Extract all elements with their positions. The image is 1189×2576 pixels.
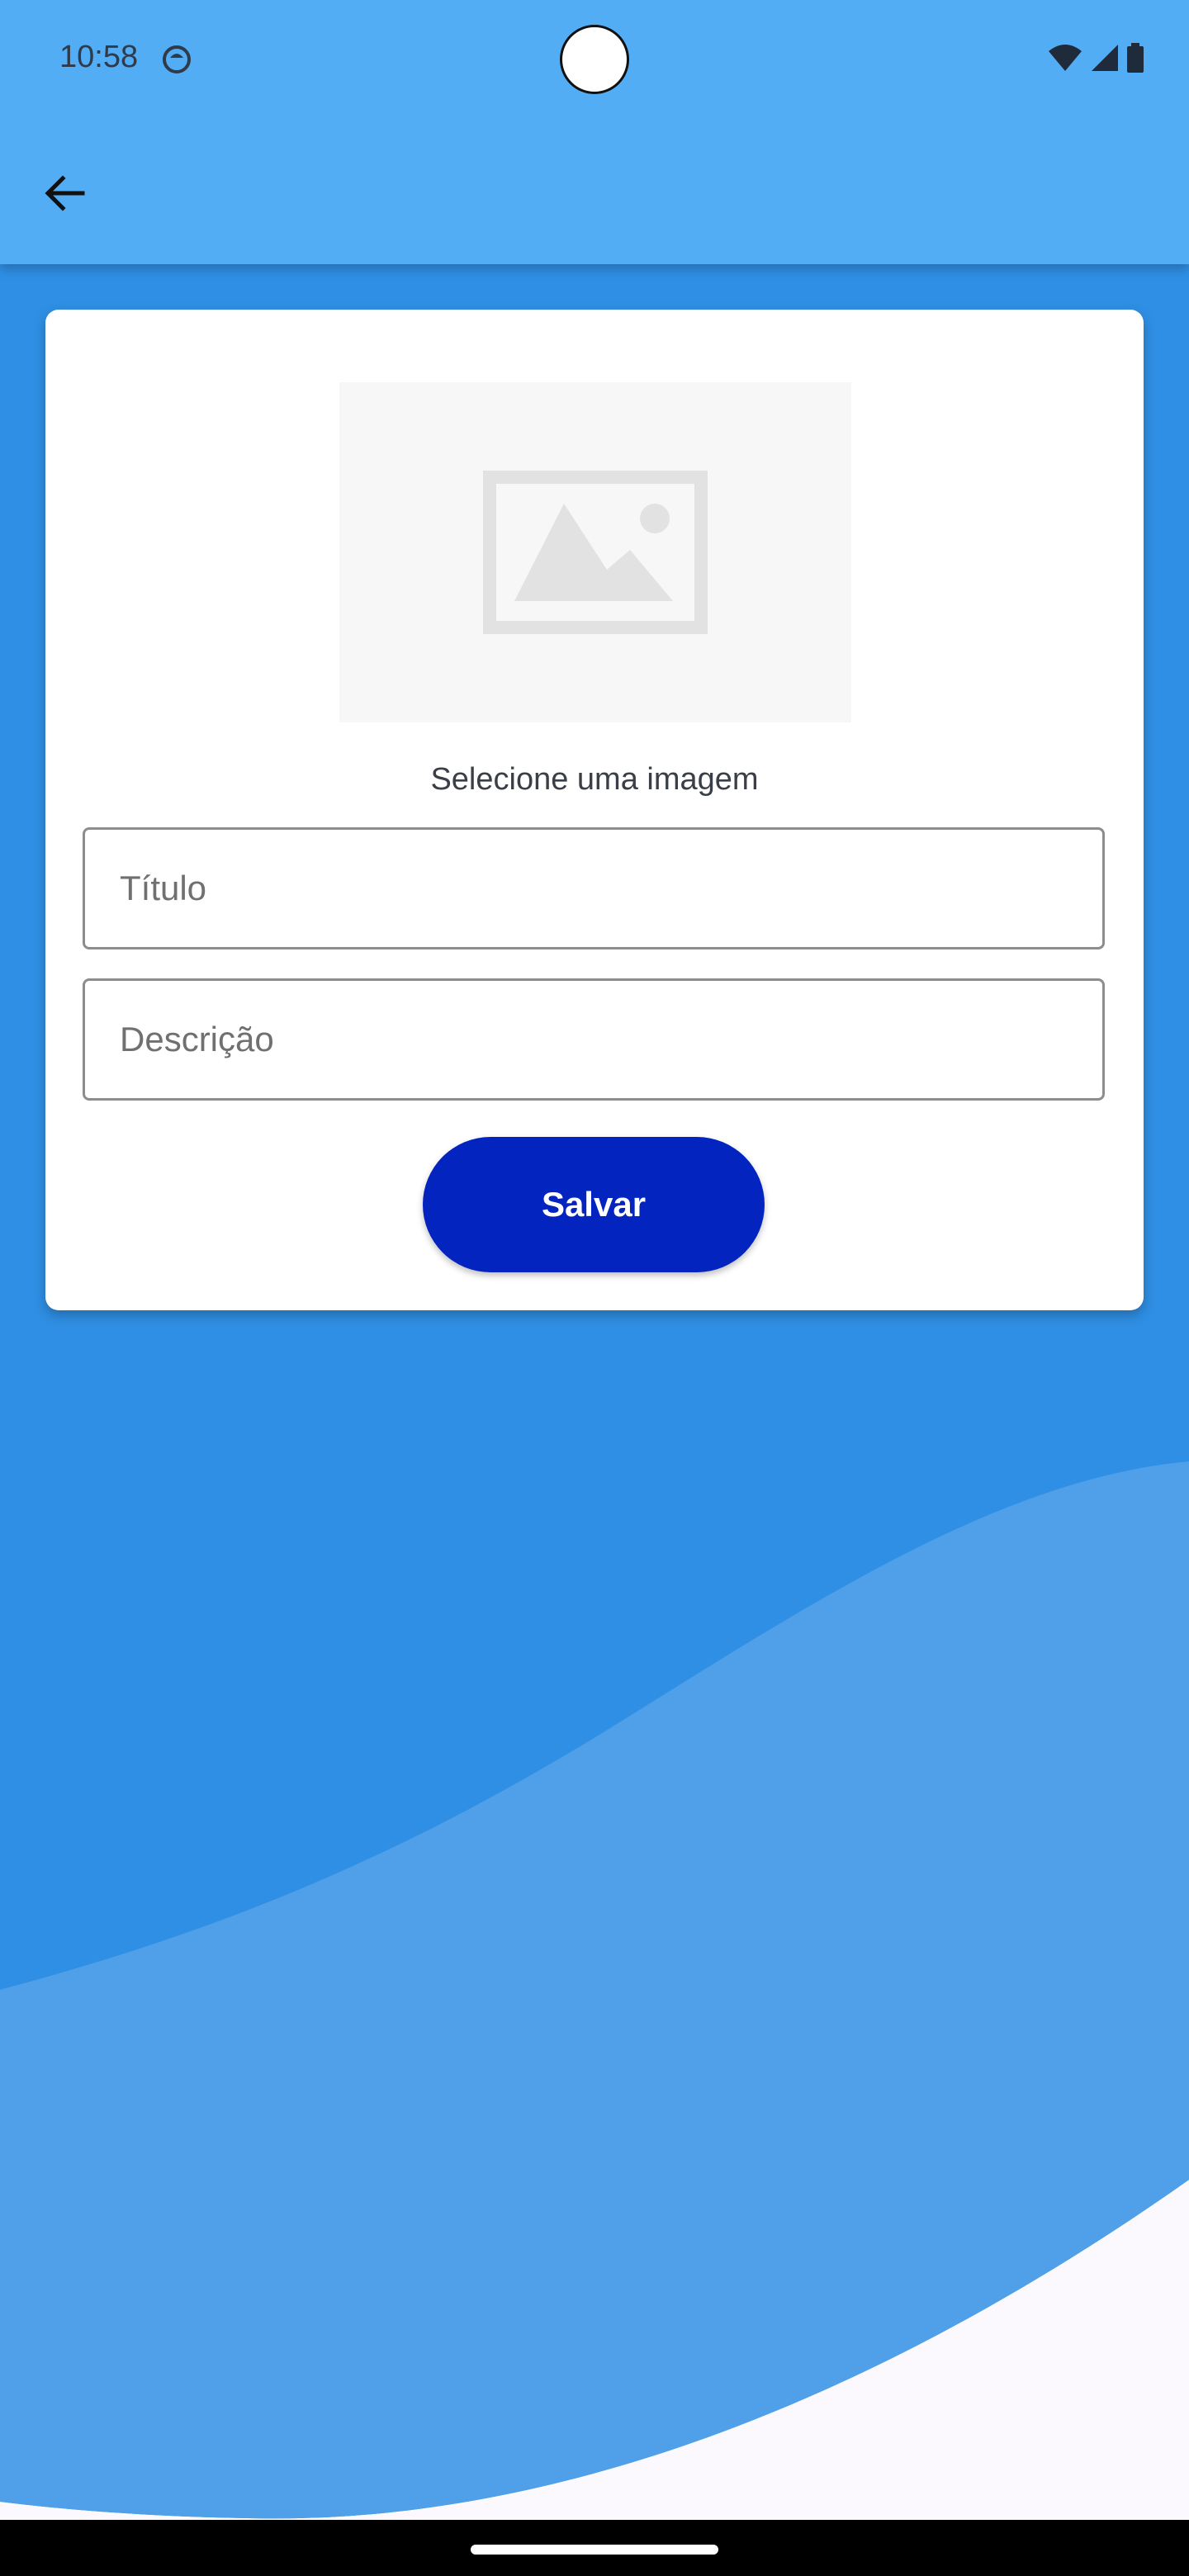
status-icons — [1047, 43, 1144, 77]
image-placeholder-icon — [483, 471, 708, 634]
description-placeholder: Descrição — [120, 1020, 274, 1058]
status-time: 10:58 — [59, 40, 139, 74]
title-placeholder: Título — [120, 869, 207, 907]
battery-icon — [1126, 43, 1144, 77]
save-button[interactable]: Salvar — [423, 1137, 765, 1272]
notification-app-icon — [162, 45, 192, 74]
image-picker-label: Selecione uma imagem — [430, 762, 759, 797]
home-gesture-handle[interactable] — [471, 2545, 718, 2555]
wifi-icon — [1047, 43, 1083, 77]
camera-cutout — [560, 25, 629, 94]
signal-icon — [1090, 43, 1120, 77]
screen: 10:58 Selecione uma imagem Título Descri… — [0, 0, 1189, 2576]
status-bar: 10:58 — [0, 0, 1189, 124]
image-picker[interactable] — [339, 382, 851, 722]
save-button-label: Salvar — [541, 1185, 647, 1224]
form-card: Selecione uma imagem Título Descrição Sa… — [45, 310, 1144, 1310]
arrow-back-icon — [45, 175, 85, 211]
title-input[interactable]: Título — [83, 827, 1105, 949]
navigation-bar — [0, 2520, 1189, 2576]
back-button[interactable] — [33, 162, 96, 225]
description-input[interactable]: Descrição — [83, 978, 1105, 1101]
